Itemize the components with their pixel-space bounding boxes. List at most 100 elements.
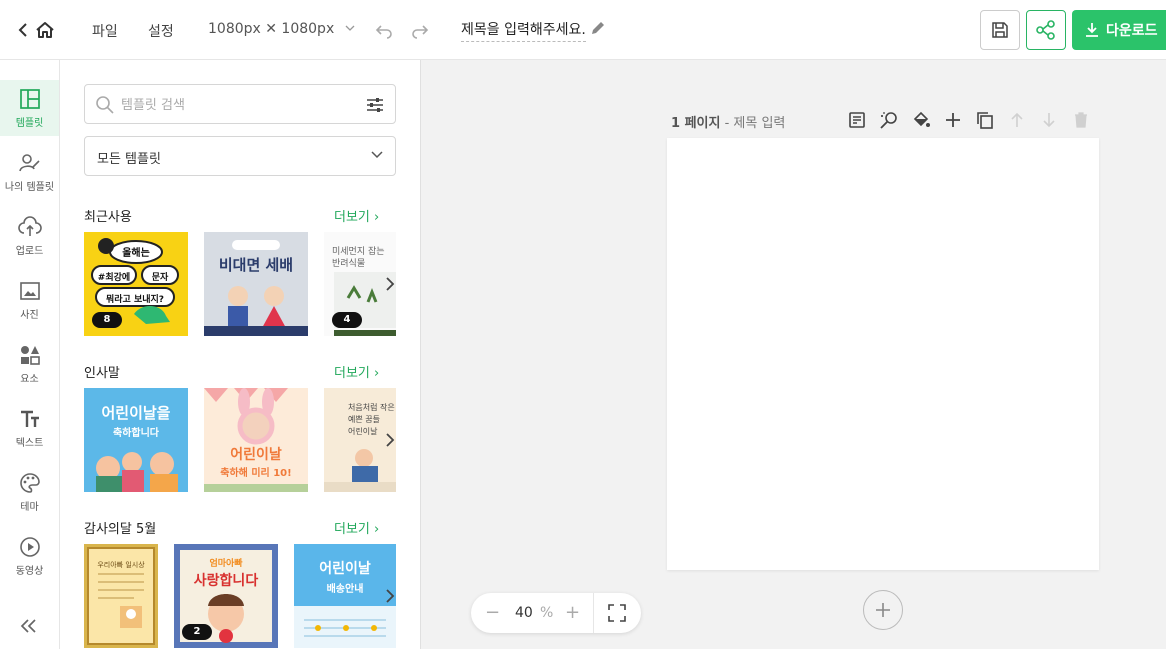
search-icon <box>96 96 114 114</box>
thumb-text: 어린이날 <box>348 427 378 436</box>
image-icon <box>19 282 40 300</box>
rail-item-label: 나의 템플릿 <box>4 182 55 193</box>
thumb-text: 축하해 미리 10! <box>220 468 292 479</box>
template-search-input[interactable] <box>121 93 351 117</box>
rail-item-theme[interactable]: 테마 <box>0 464 59 520</box>
redo-icon[interactable] <box>410 20 430 40</box>
section-title-may: 감사의달 5월 <box>84 522 157 537</box>
home-icon[interactable] <box>35 20 55 40</box>
thumb-text: 배송안내 <box>326 584 364 595</box>
download-icon <box>1086 23 1098 37</box>
chevron-right-icon[interactable] <box>382 276 398 292</box>
thumb-text: 어린이날 <box>230 447 282 463</box>
see-more-label: 더보기 <box>334 366 370 381</box>
rail-item-my-templates[interactable]: 나의 템플릿 <box>0 144 59 200</box>
page-label: 1 페이지 - 제목 입력 <box>671 112 785 131</box>
page-count-badge: 4 <box>332 312 362 328</box>
template-thumb[interactable]: 비대면 세배 <box>204 232 308 336</box>
add-icon[interactable] <box>943 110 963 130</box>
rail-item-label: 텍스트 <box>15 438 44 449</box>
template-thumb[interactable]: 어린이날을 축하합니다 <box>84 388 188 492</box>
template-search <box>84 84 396 124</box>
thumb-text: 반려식물 <box>332 259 366 269</box>
undo-icon[interactable] <box>374 20 394 40</box>
zoom-value[interactable]: 40 <box>515 605 533 621</box>
layout-icon <box>19 89 40 109</box>
shapes-icon <box>20 346 40 365</box>
rail-item-upload[interactable]: 업로드 <box>0 208 59 264</box>
user-edit-icon <box>18 154 40 172</box>
zoom-in-button[interactable]: + <box>565 603 580 623</box>
thumb-text: 어린이날 <box>319 561 371 577</box>
page-title-input[interactable]: 제목 입력 <box>733 116 785 131</box>
canvas-size-value: 1080px ✕ 1080px <box>208 21 335 37</box>
thumb-text: 비대면 세배 <box>218 256 294 274</box>
thumb-text: 처음처럼 작은 <box>348 403 395 412</box>
thumb-text: 축하합니다 <box>113 428 159 439</box>
chevron-right-icon[interactable] <box>382 432 398 448</box>
arrow-down-icon[interactable] <box>1039 110 1059 130</box>
template-thumb[interactable]: 엄마아빠 사랑합니다 2 <box>174 544 278 648</box>
section-title-greetings: 인사말 <box>84 366 120 381</box>
rail-item-label: 동영상 <box>15 566 44 577</box>
template-illustration <box>204 240 308 336</box>
zoom-out-button[interactable]: − <box>485 603 500 623</box>
share-button[interactable] <box>1026 10 1066 50</box>
collapse-panel-icon[interactable] <box>18 616 40 636</box>
save-button[interactable] <box>980 10 1020 50</box>
zoom-divider <box>593 593 594 633</box>
filter-sliders-icon[interactable] <box>365 95 385 115</box>
see-more-link-may[interactable]: 더보기 › <box>334 518 379 537</box>
canvas-size-select[interactable]: 1080px ✕ 1080px <box>208 21 355 37</box>
palette-icon <box>19 473 40 493</box>
rail-item-label: 요소 <box>20 374 39 385</box>
see-more-link-recent[interactable]: 더보기 › <box>334 206 379 225</box>
arrow-up-icon[interactable] <box>1007 110 1027 130</box>
magic-wand-icon[interactable] <box>879 110 899 130</box>
thumb-text: 올해는 <box>122 248 150 259</box>
trash-icon[interactable] <box>1071 110 1091 130</box>
template-category-select[interactable]: 모든 템플릿 <box>84 136 396 176</box>
page-count-badge: 2 <box>182 624 212 640</box>
chevron-right-icon[interactable] <box>382 588 398 604</box>
download-label: 다운로드 <box>1106 23 1158 39</box>
download-button[interactable]: 다운로드 <box>1072 10 1166 50</box>
rail-item-photos[interactable]: 사진 <box>0 272 59 328</box>
page-note-icon[interactable] <box>847 110 867 130</box>
template-thumb[interactable]: 어린이날 축하해 미리 10! <box>204 388 308 492</box>
back-chevron-icon[interactable] <box>18 20 28 40</box>
rail-item-label: 템플릿 <box>15 118 44 129</box>
plus-icon <box>876 603 890 617</box>
thumb-text: 엄마아빠 <box>209 559 243 569</box>
thumb-text: 사랑합니다 <box>193 573 259 589</box>
rail-item-elements[interactable]: 요소 <box>0 336 59 392</box>
top-bar: 파일 설정 1080px ✕ 1080px 제목을 입력해주세요. 다운로드 <box>0 0 1166 60</box>
design-page[interactable] <box>667 138 1099 570</box>
template-thumb[interactable]: 올해는 #최강에 문자 뭐라고 보내지? 8 <box>84 232 188 336</box>
zoom-unit: % <box>540 605 554 621</box>
template-thumb[interactable]: 우리아빠 일시상 <box>84 544 158 648</box>
page-title-separator: - <box>720 116 734 131</box>
share-icon <box>1036 20 1055 40</box>
rail-item-text[interactable]: 텍스트 <box>0 400 59 456</box>
paint-bucket-icon[interactable] <box>911 110 931 130</box>
copy-icon[interactable] <box>975 110 995 130</box>
fullscreen-icon[interactable] <box>608 604 626 622</box>
thumb-text: #최강에 <box>97 273 131 283</box>
rail-item-video[interactable]: 동영상 <box>0 528 59 584</box>
menu-settings[interactable]: 설정 <box>148 21 174 41</box>
menu-file[interactable]: 파일 <box>92 21 118 41</box>
rail-item-label: 사진 <box>20 310 39 321</box>
document-title-input[interactable]: 제목을 입력해주세요. <box>461 19 586 42</box>
template-thumb[interactable]: 어린이날 배송안내 <box>294 544 396 648</box>
page-count-badge: 8 <box>92 312 122 328</box>
rail-item-label: 테마 <box>20 502 39 513</box>
play-circle-icon <box>19 537 40 557</box>
thumb-text: 예쁜 꿈들 <box>348 415 380 424</box>
see-more-label: 더보기 <box>334 522 370 537</box>
rail-item-templates[interactable]: 템플릿 <box>0 80 59 136</box>
see-more-link-greetings[interactable]: 더보기 › <box>334 362 379 381</box>
pencil-icon[interactable] <box>589 19 607 37</box>
add-page-button[interactable] <box>863 590 903 630</box>
left-tool-rail: 템플릿 나의 템플릿 업로드 사진 요소 텍스트 테마 동영상 <box>0 60 60 649</box>
